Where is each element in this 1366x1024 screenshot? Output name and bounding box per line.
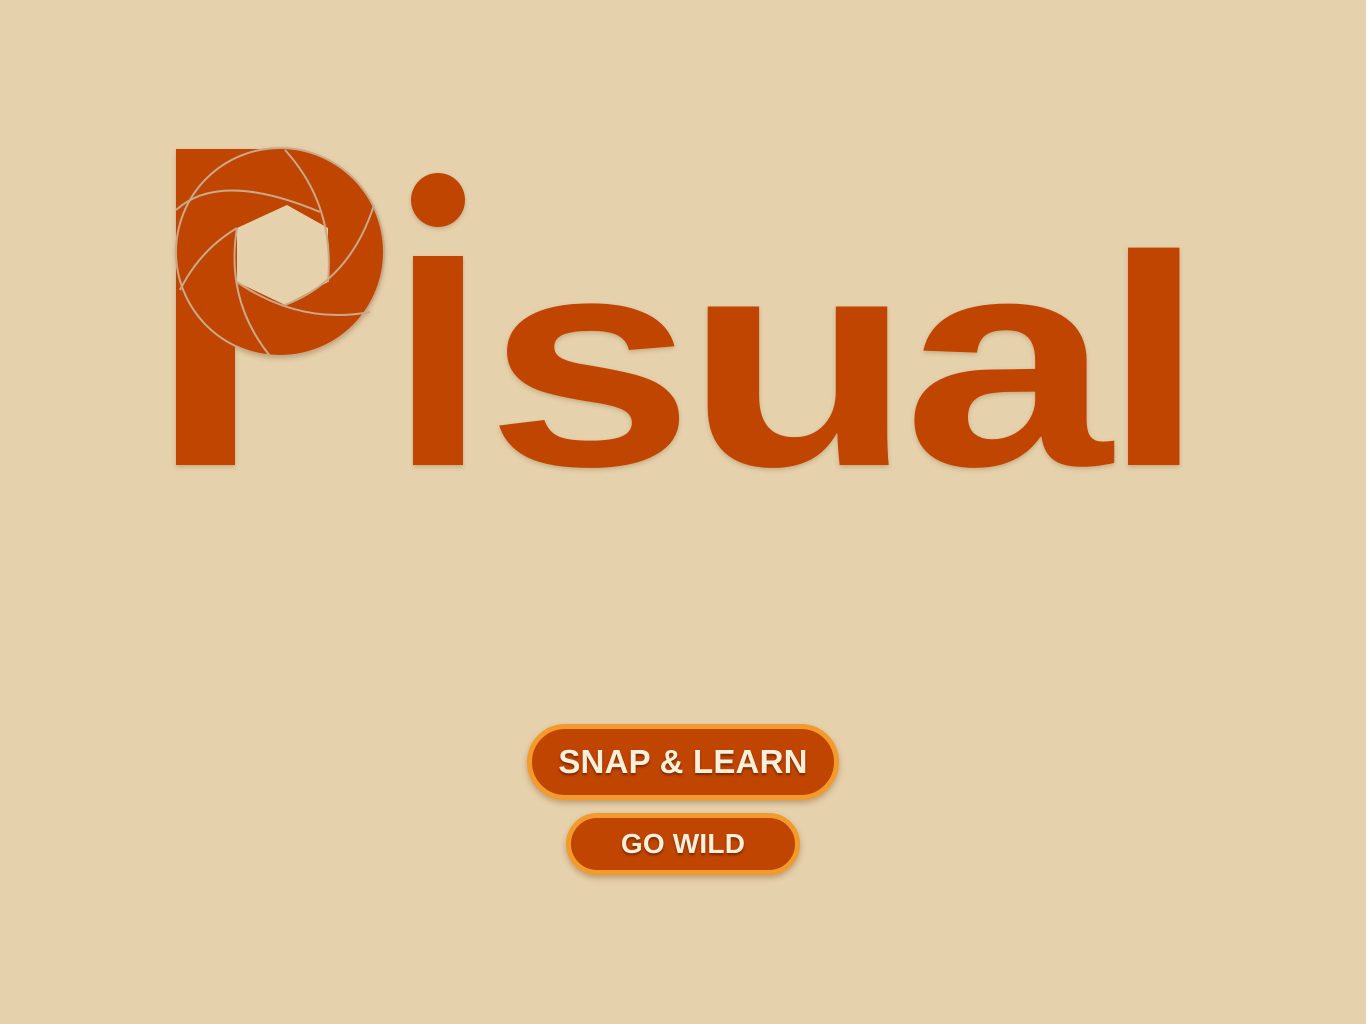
logo-text-suffix: sual — [486, 193, 1196, 529]
pisual-logo: sual — [175, 147, 1204, 529]
logo-letter-p — [175, 147, 385, 465]
go-wild-button[interactable]: GO WILD — [566, 813, 800, 875]
logo-i-stem — [413, 256, 463, 465]
home-screen: sual SNAP & LEARN GO WILD — [0, 0, 1366, 1024]
snap-and-learn-button[interactable]: SNAP & LEARN — [527, 724, 839, 800]
logo-i-dot — [411, 173, 465, 227]
camera-aperture-icon — [175, 147, 385, 357]
